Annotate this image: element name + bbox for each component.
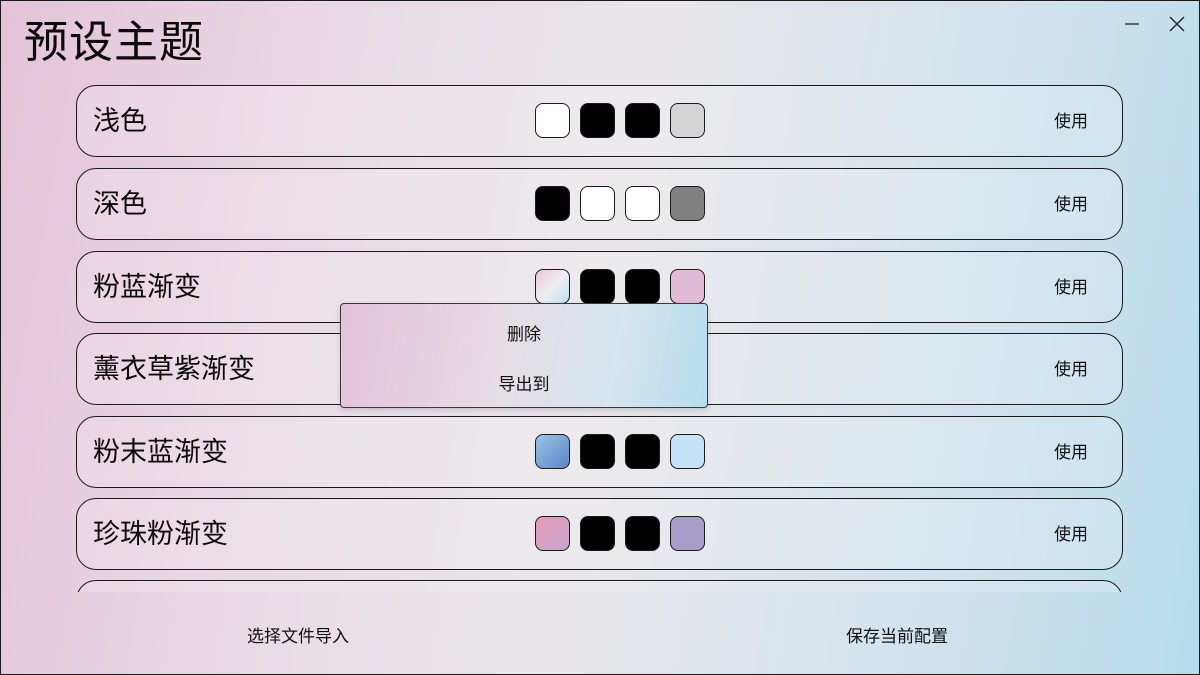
color-swatch [580, 434, 615, 469]
use-theme-button[interactable]: 使用 [1054, 169, 1088, 241]
save-current-config-button[interactable]: 保存当前配置 [846, 625, 948, 649]
color-swatch [535, 186, 570, 221]
import-from-file-button[interactable]: 选择文件导入 [247, 625, 349, 649]
color-swatch [670, 186, 705, 221]
menu-item-delete[interactable]: 删除 [341, 320, 707, 345]
use-theme-button[interactable]: 使用 [1054, 499, 1088, 571]
minimize-button[interactable] [1117, 9, 1147, 39]
color-swatch [625, 186, 660, 221]
use-theme-button[interactable]: 使用 [1054, 334, 1088, 406]
menu-item-export[interactable]: 导出到 [341, 370, 707, 395]
close-button[interactable] [1162, 9, 1192, 39]
color-swatch [580, 103, 615, 138]
theme-row-powder-blue[interactable]: 粉末蓝渐变 使用 [76, 416, 1123, 488]
color-swatch [535, 516, 570, 551]
color-swatch [535, 434, 570, 469]
theme-row-partial[interactable] [76, 580, 1123, 592]
color-swatch [625, 516, 660, 551]
color-swatch [625, 434, 660, 469]
color-swatch [625, 269, 660, 304]
color-swatch [580, 269, 615, 304]
color-swatch [670, 516, 705, 551]
color-swatch [535, 269, 570, 304]
theme-row-dark[interactable]: 深色 使用 [76, 168, 1123, 240]
theme-name: 珍珠粉渐变 [93, 519, 228, 550]
page-title: 预设主题 [24, 17, 204, 68]
color-swatch [580, 186, 615, 221]
theme-name: 浅色 [93, 106, 147, 137]
color-swatch [670, 434, 705, 469]
theme-name: 粉蓝渐变 [93, 272, 201, 303]
theme-name: 深色 [93, 189, 147, 220]
color-swatch [580, 516, 615, 551]
color-swatch [670, 103, 705, 138]
context-menu: 删除 导出到 [340, 303, 708, 408]
use-theme-button[interactable]: 使用 [1054, 417, 1088, 489]
close-icon [1169, 16, 1185, 32]
color-swatch [535, 103, 570, 138]
color-swatch [670, 269, 705, 304]
use-theme-button[interactable]: 使用 [1054, 86, 1088, 158]
color-swatch [625, 103, 660, 138]
theme-row-pearl-pink[interactable]: 珍珠粉渐变 使用 [76, 498, 1123, 570]
theme-row-light[interactable]: 浅色 使用 [76, 85, 1123, 157]
minimize-icon [1125, 23, 1139, 25]
preset-theme-window: 预设主题 浅色 使用 深色 使用 粉蓝渐变 使用 薰衣草紫渐变 使用 粉末蓝渐变… [0, 0, 1200, 675]
use-theme-button[interactable]: 使用 [1054, 252, 1088, 324]
theme-name: 薰衣草紫渐变 [93, 354, 255, 385]
theme-name: 粉末蓝渐变 [93, 437, 228, 468]
